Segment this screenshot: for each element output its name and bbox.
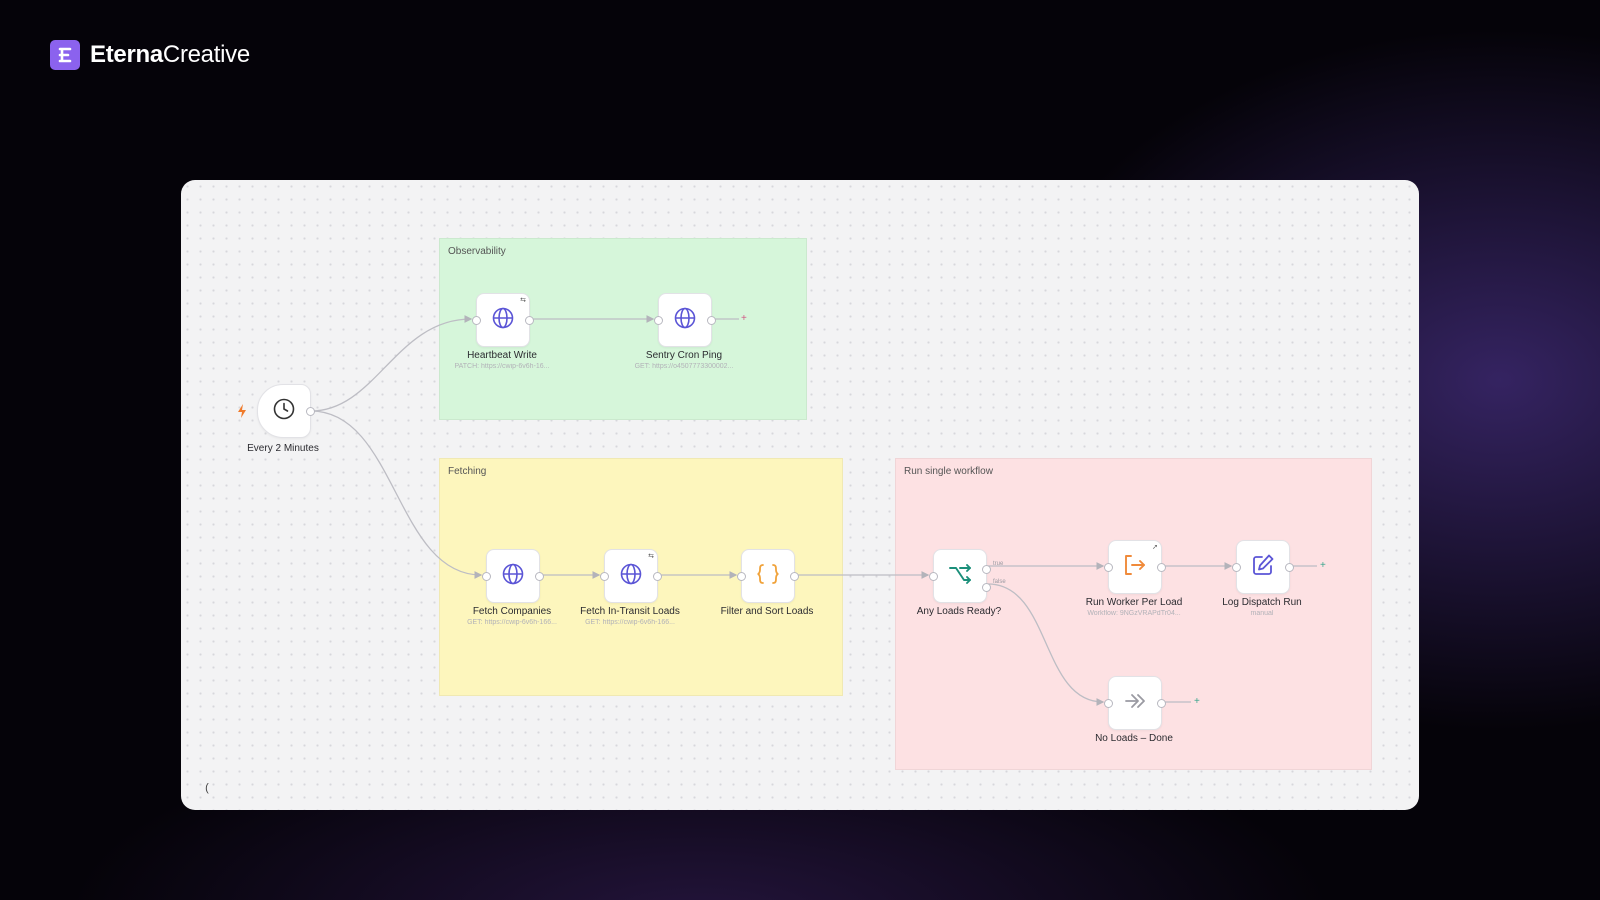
node-label: Fetch In-Transit Loads [580, 606, 680, 617]
brand-name: EternaCreative [90, 41, 250, 68]
output-port[interactable] [653, 572, 662, 581]
node-label: Log Dispatch Run [1222, 597, 1302, 608]
output-port[interactable] [1157, 699, 1166, 708]
output-port[interactable] [535, 572, 544, 581]
trigger-bolt-icon [237, 404, 247, 423]
output-port-false[interactable] [982, 583, 991, 592]
input-port[interactable] [472, 316, 481, 325]
input-port[interactable] [654, 316, 663, 325]
branch-false-label: false [993, 579, 1006, 585]
any-loads-ready-node[interactable] [929, 549, 991, 603]
heartbeat-write-node[interactable]: ⇆ [472, 293, 534, 347]
double-chevron-icon [1122, 689, 1148, 718]
code-braces-icon [755, 562, 781, 591]
trigger-node[interactable] [257, 384, 315, 438]
input-port[interactable] [737, 572, 746, 581]
workflow-canvas[interactable]: Observability Fetching Run single workfl… [181, 180, 1419, 810]
edit-icon [1251, 553, 1275, 582]
add-node-button[interactable]: + [1194, 697, 1200, 707]
fetch-in-transit-loads-node[interactable]: ⇆ [600, 549, 662, 603]
node-subtitle: GET: https://cwip-6v6h-166... [467, 619, 557, 626]
sync-icon: ⇆ [520, 297, 526, 304]
input-port[interactable] [1104, 699, 1113, 708]
branch-icon [947, 562, 973, 591]
log-dispatch-run-node[interactable] [1232, 540, 1294, 594]
output-port[interactable] [306, 407, 315, 416]
add-node-button[interactable]: + [1320, 561, 1326, 571]
node-label: Every 2 Minutes [247, 443, 319, 454]
input-port[interactable] [1104, 563, 1113, 572]
output-port[interactable] [1157, 563, 1166, 572]
filter-and-sort-loads-node[interactable] [737, 549, 799, 603]
globe-icon [491, 306, 515, 335]
collapse-panel-button[interactable]: ( [197, 776, 217, 800]
node-subtitle: PATCH: https://cwip-6v6h-16... [454, 363, 550, 370]
input-port[interactable] [929, 572, 938, 581]
node-subtitle: Workflow: 9NGzVRAPdTr04... [1087, 610, 1181, 617]
node-subtitle: GET: https://o4507773300002... [634, 363, 734, 370]
brand: EternaCreative [50, 40, 250, 70]
output-port[interactable] [707, 316, 716, 325]
globe-icon [619, 562, 643, 591]
node-label: No Loads – Done [1095, 733, 1173, 744]
node-label: Run Worker Per Load [1085, 597, 1183, 608]
node-label: Heartbeat Write [467, 350, 537, 361]
fetch-companies-node[interactable] [482, 549, 544, 603]
node-subtitle: GET: https://cwip-6v6h-166... [585, 619, 675, 626]
sign-in-icon [1122, 553, 1148, 582]
node-label: Sentry Cron Ping [645, 350, 723, 361]
globe-icon [501, 562, 525, 591]
output-port-true[interactable] [982, 565, 991, 574]
output-port[interactable] [1285, 563, 1294, 572]
clock-icon [272, 397, 296, 426]
sentry-cron-ping-node[interactable] [654, 293, 716, 347]
input-port[interactable] [600, 572, 609, 581]
input-port[interactable] [1232, 563, 1241, 572]
output-port[interactable] [525, 316, 534, 325]
node-subtitle: manual [1250, 610, 1274, 617]
input-port[interactable] [482, 572, 491, 581]
node-label: Any Loads Ready? [916, 606, 1002, 617]
connections [310, 315, 1317, 706]
brand-logo-icon [50, 40, 80, 70]
link-trigger-fetch-companies [310, 410, 483, 579]
arrow-icon: ➚ [1152, 544, 1158, 551]
node-label: Filter and Sort Loads [720, 606, 814, 617]
add-node-button[interactable]: + [741, 314, 747, 324]
globe-icon [673, 306, 697, 335]
output-port[interactable] [790, 572, 799, 581]
run-worker-per-load-node[interactable]: ➚ [1104, 540, 1166, 594]
sync-icon: ⇆ [648, 553, 654, 560]
branch-true-label: true [993, 561, 1004, 567]
no-loads-done-node[interactable] [1104, 676, 1166, 730]
